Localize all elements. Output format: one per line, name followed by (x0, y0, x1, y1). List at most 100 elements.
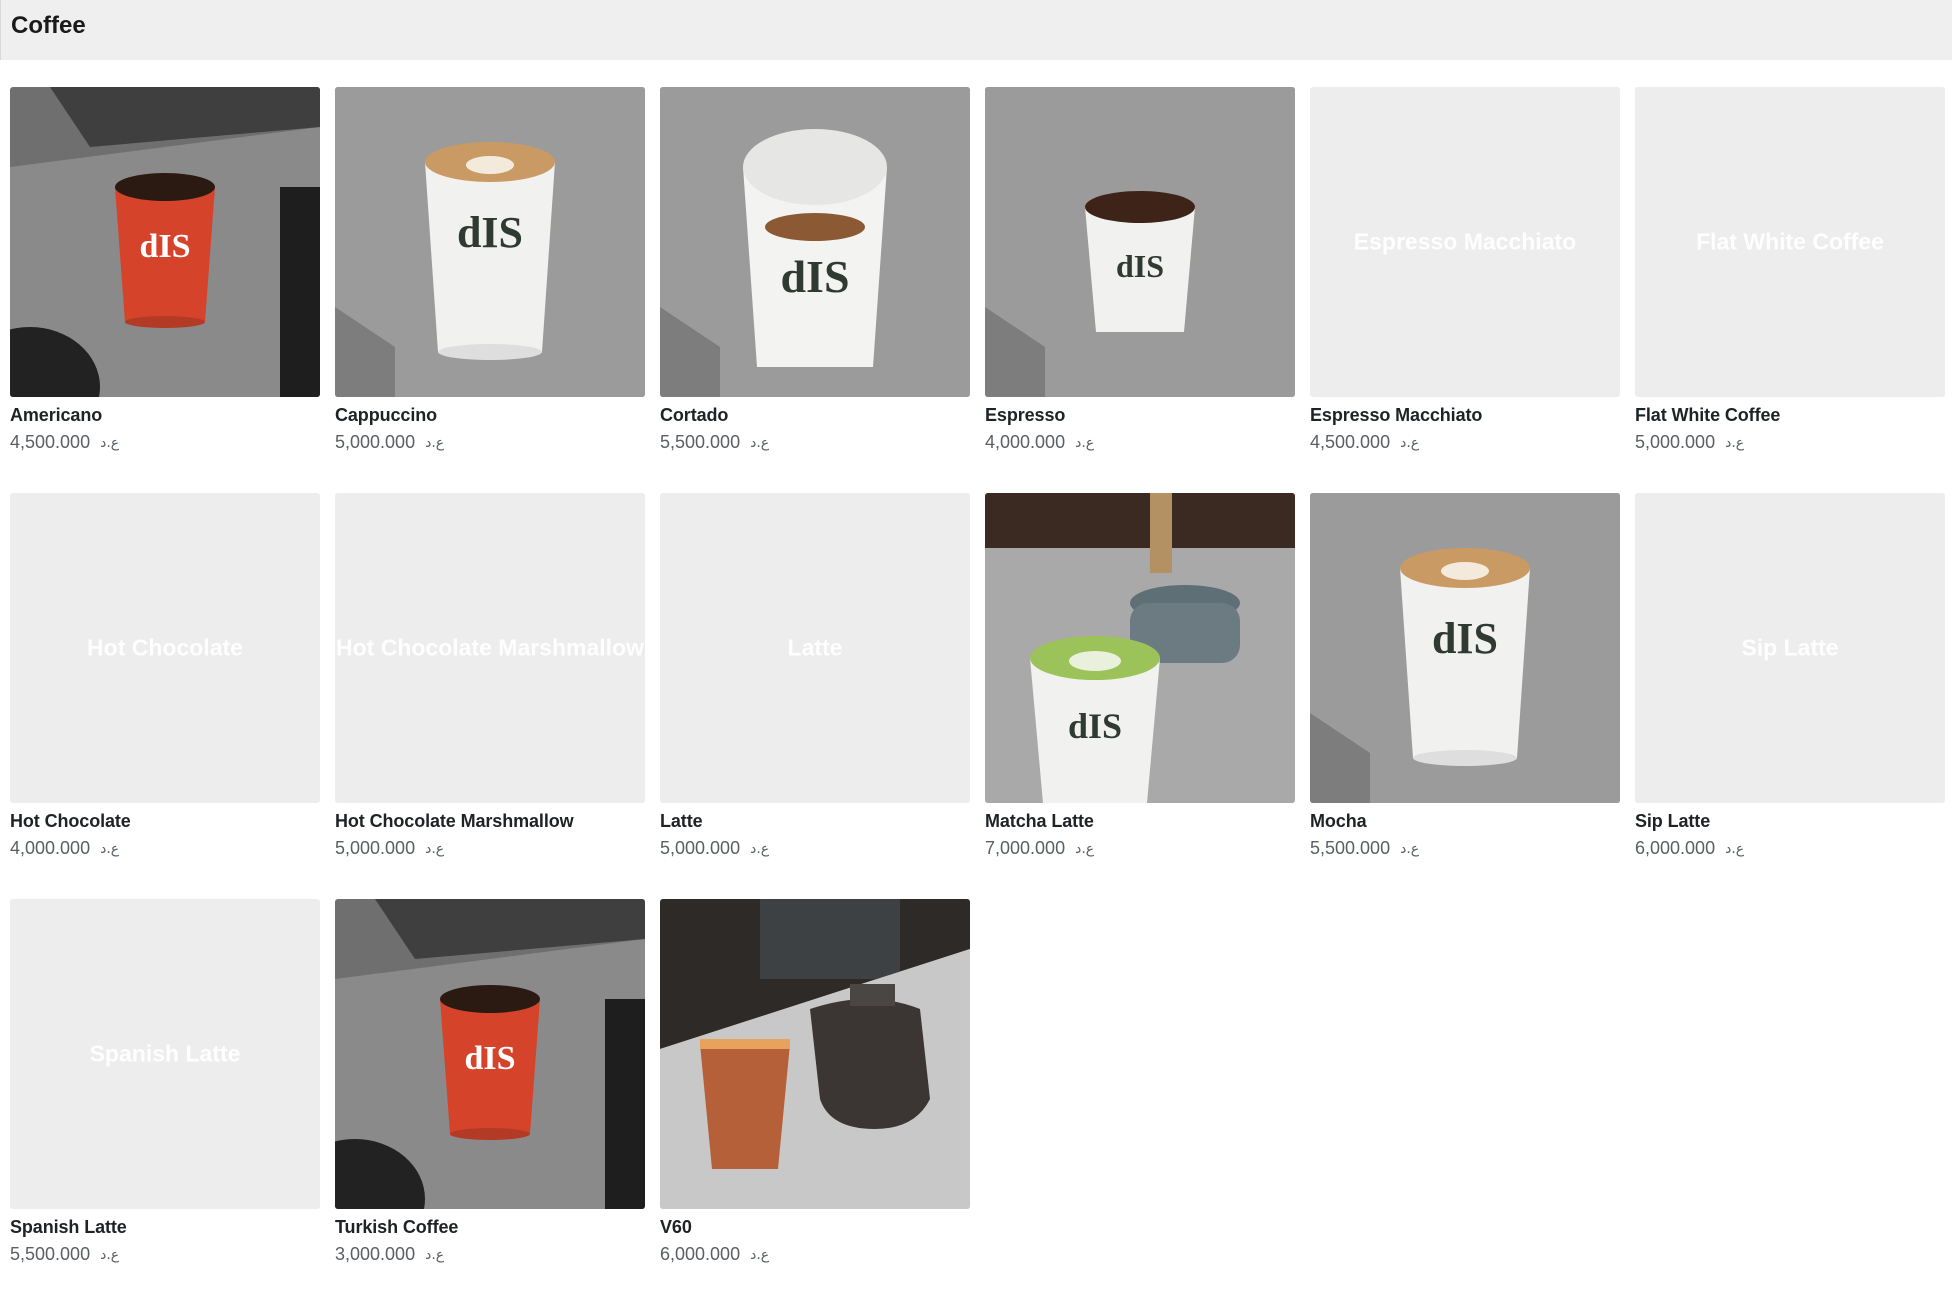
product-card[interactable]: dIS Turkish Coffee 3,000.000 ع.د (335, 899, 645, 1305)
price-amount: 5,000.000 (1635, 432, 1716, 452)
currency-symbol: ع.د (425, 434, 445, 451)
price-amount: 4,500.000 (10, 432, 91, 452)
product-image[interactable]: dIS (335, 899, 645, 1209)
product-name: Hot Chocolate (10, 811, 131, 831)
product-image[interactable]: Latte (660, 493, 970, 803)
svg-text:dIS: dIS (139, 228, 190, 265)
product-name: Espresso Macchiato (1310, 405, 1483, 425)
product-card[interactable]: Espresso Macchiato Espresso Macchiato 4,50… (1310, 87, 1620, 493)
currency-symbol: ع.د (425, 840, 445, 857)
category-header: Coffee (0, 0, 1952, 60)
product-price: 3,000.000 ع.د (335, 1244, 645, 1265)
price-amount: 4,000.000 (10, 838, 91, 858)
image-placeholder-label: Hot Chocolate Marshmallow (336, 634, 644, 661)
currency-symbol: ع.د (100, 1246, 120, 1263)
image-placeholder-label: Latte (787, 634, 843, 661)
product-image[interactable]: dIS (660, 87, 970, 397)
price-amount: 6,000.000 (660, 1244, 741, 1264)
product-card[interactable]: Hot Chocolate Hot Chocolate 4,000.000 ع.د (10, 493, 320, 899)
svg-text:dIS: dIS (457, 208, 523, 257)
product-card[interactable]: dIS Mocha 5,500.000 ع.د (1310, 493, 1620, 899)
currency-symbol: ع.د (1725, 840, 1745, 857)
image-placeholder-label: Espresso Macchiato (1353, 228, 1577, 255)
product-card[interactable]: dIS Matcha Latte 7,000.000 ع.د (985, 493, 1295, 899)
product-price: 6,000.000 ع.د (1635, 838, 1945, 859)
svg-text:dIS: dIS (1116, 248, 1164, 284)
product-price: 7,000.000 ع.د (985, 838, 1295, 859)
product-name: Mocha (1310, 811, 1367, 831)
product-name: Matcha Latte (985, 811, 1094, 831)
price-amount: 6,000.000 (1635, 838, 1716, 858)
currency-symbol: ع.د (1400, 840, 1420, 857)
product-card[interactable]: Spanish Latte Spanish Latte 5,500.000 ع.د (10, 899, 320, 1305)
product-image[interactable]: dIS (1310, 493, 1620, 803)
product-grid: dIS Americano 4,500.000 ع.د dIS Cappuccino 5,… (10, 87, 1945, 1305)
product-name: Latte (660, 811, 703, 831)
price-amount: 5,500.000 (10, 1244, 91, 1264)
product-name: Spanish Latte (10, 1217, 127, 1237)
currency-symbol: ع.د (1075, 434, 1095, 451)
product-price: 5,500.000 ع.د (10, 1244, 320, 1265)
product-name: Sip Latte (1635, 811, 1711, 831)
image-placeholder-label: Flat White Coffee (1696, 228, 1884, 255)
product-card[interactable]: dIS Americano 4,500.000 ع.د (10, 87, 320, 493)
product-card[interactable]: dIS Cortado 5,500.000 ع.د (660, 87, 970, 493)
price-amount: 3,000.000 (335, 1244, 416, 1264)
currency-symbol: ع.د (100, 434, 120, 451)
product-price: 5,000.000 ع.د (1635, 432, 1945, 453)
product-name: Cappuccino (335, 405, 438, 425)
currency-symbol: ع.د (1725, 434, 1745, 451)
product-card[interactable]: Sip Latte Sip Latte 6,000.000 ع.د (1635, 493, 1945, 899)
product-image[interactable]: Spanish Latte (10, 899, 320, 1209)
currency-symbol: ع.د (1400, 434, 1420, 451)
product-price: 5,000.000 ع.د (335, 838, 645, 859)
currency-symbol: ع.د (100, 840, 120, 857)
price-amount: 5,000.000 (335, 432, 416, 452)
product-card[interactable]: dIS Espresso 4,000.000 ع.د (985, 87, 1295, 493)
product-price: 5,500.000 ع.د (660, 432, 970, 453)
currency-symbol: ع.د (425, 1246, 445, 1263)
product-price: 5,000.000 ع.د (335, 432, 645, 453)
product-name: Hot Chocolate Marshmallow (335, 811, 574, 831)
image-placeholder-label: Spanish Latte (89, 1040, 241, 1067)
currency-symbol: ع.د (750, 434, 770, 451)
currency-symbol: ع.د (750, 1246, 770, 1263)
product-price: 6,000.000 ع.د (660, 1244, 970, 1265)
price-amount: 5,500.000 (660, 432, 741, 452)
product-name: Espresso (985, 405, 1066, 425)
svg-text:dIS: dIS (780, 251, 849, 302)
product-price: 4,500.000 ع.د (1310, 432, 1620, 453)
product-price: 4,000.000 ع.د (10, 838, 320, 859)
currency-symbol: ع.د (1075, 840, 1095, 857)
product-price: 5,500.000 ع.د (1310, 838, 1620, 859)
product-image[interactable]: dIS (985, 87, 1295, 397)
price-amount: 7,000.000 (985, 838, 1066, 858)
price-amount: 5,000.000 (335, 838, 416, 858)
product-image[interactable] (660, 899, 970, 1209)
product-card[interactable]: V60 6,000.000 ع.د (660, 899, 970, 1305)
price-amount: 4,000.000 (985, 432, 1066, 452)
product-name: Turkish Coffee (335, 1217, 459, 1237)
product-image[interactable]: dIS (985, 493, 1295, 803)
product-image[interactable]: Flat White Coffee (1635, 87, 1945, 397)
product-image[interactable]: Hot Chocolate (10, 493, 320, 803)
price-amount: 5,000.000 (660, 838, 741, 858)
product-price: 4,500.000 ع.د (10, 432, 320, 453)
product-image[interactable]: Espresso Macchiato (1310, 87, 1620, 397)
product-name: V60 (660, 1217, 692, 1237)
product-card[interactable]: Hot Chocolate Marshmallow Hot Chocolate M… (335, 493, 645, 899)
product-card[interactable]: Flat White Coffee Flat White Coffee 5,000.… (1635, 87, 1945, 493)
product-card[interactable]: Latte Latte 5,000.000 ع.د (660, 493, 970, 899)
product-image[interactable]: dIS (335, 87, 645, 397)
currency-symbol: ع.د (750, 840, 770, 857)
product-card[interactable]: dIS Cappuccino 5,000.000 ع.د (335, 87, 645, 493)
price-amount: 4,500.000 (1310, 432, 1391, 452)
category-title: Coffee (11, 12, 86, 39)
product-image[interactable]: Sip Latte (1635, 493, 1945, 803)
product-image[interactable]: dIS (10, 87, 320, 397)
svg-text:dIS: dIS (1068, 706, 1122, 746)
product-name: Americano (10, 405, 103, 425)
product-name: Flat White Coffee (1635, 405, 1781, 425)
product-image[interactable]: Hot Chocolate Marshmallow (335, 493, 645, 803)
product-price: 4,000.000 ع.د (985, 432, 1295, 453)
